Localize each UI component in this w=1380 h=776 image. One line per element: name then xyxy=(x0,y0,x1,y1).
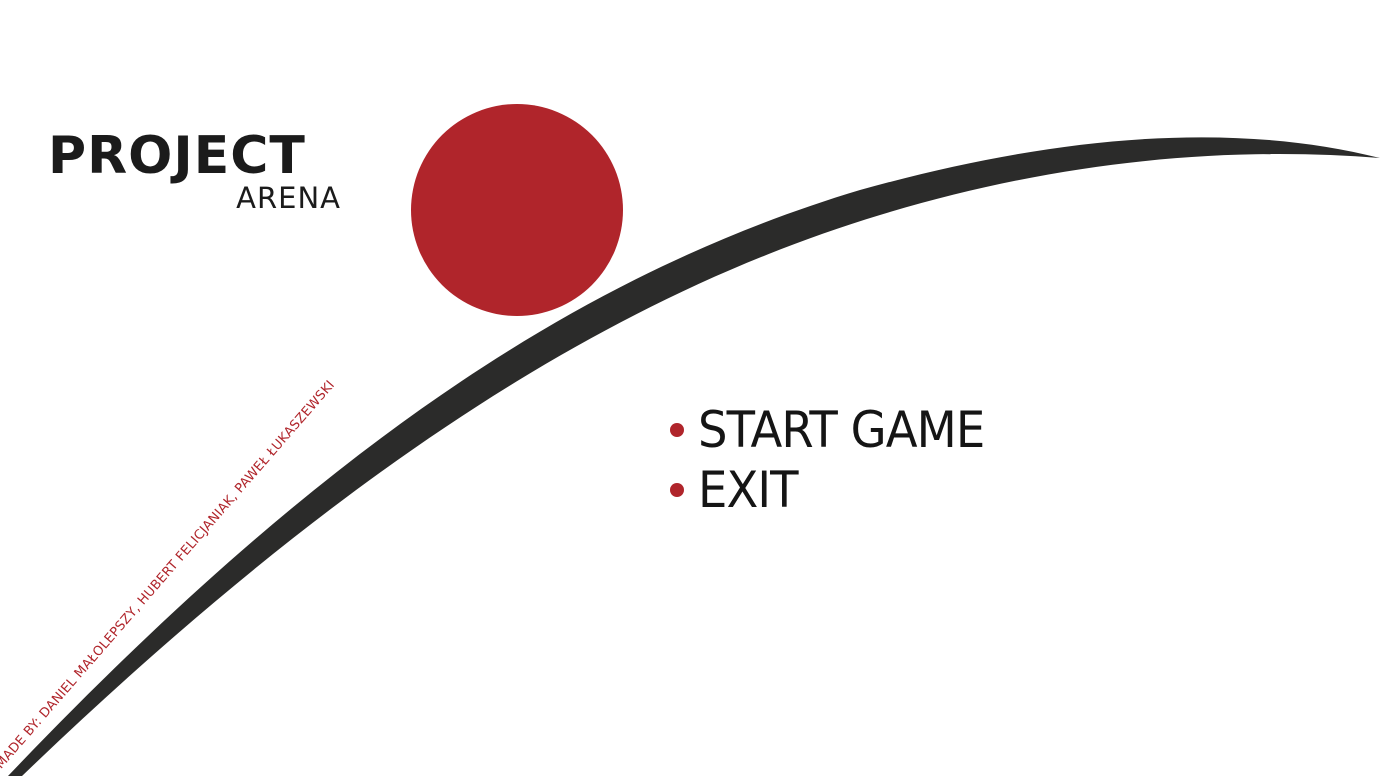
main-menu-screen: PROJECT ARENA START GAME EXIT MADE BY: D… xyxy=(0,0,1380,776)
logo-subtitle: ARENA xyxy=(236,181,341,215)
main-menu: START GAME EXIT xyxy=(670,400,1006,520)
exit-button[interactable]: EXIT xyxy=(670,460,1006,520)
exit-label: EXIT xyxy=(698,461,799,519)
start-game-label: START GAME xyxy=(698,401,985,459)
bullet-dot-icon xyxy=(670,423,684,437)
game-logo: PROJECT ARENA xyxy=(48,128,348,218)
start-game-button[interactable]: START GAME xyxy=(670,400,1006,460)
red-sun-circle xyxy=(411,104,623,316)
logo-title: PROJECT xyxy=(48,126,306,186)
background-artwork xyxy=(8,104,1380,776)
bullet-dot-icon xyxy=(670,483,684,497)
